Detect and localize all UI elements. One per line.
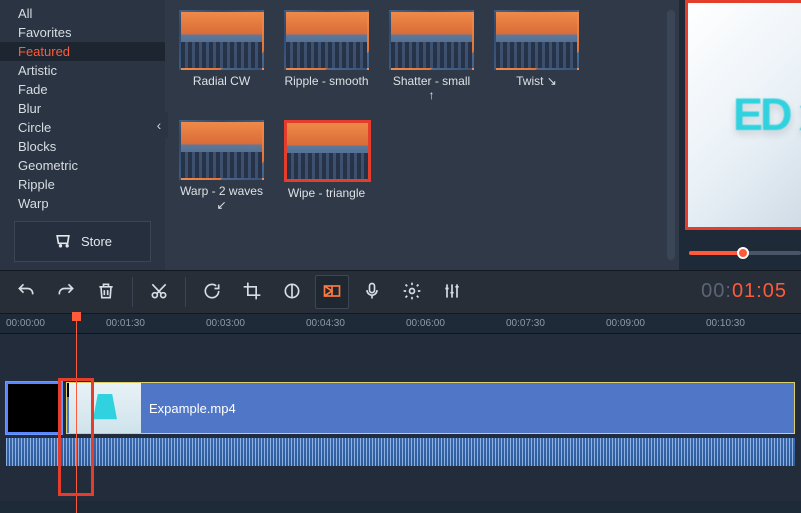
waveform bbox=[6, 438, 795, 466]
rotate-button[interactable] bbox=[195, 275, 229, 309]
delete-icon bbox=[96, 281, 116, 304]
category-item[interactable]: Featured bbox=[0, 42, 165, 61]
transition-item[interactable]: Radial CW bbox=[179, 10, 264, 102]
transition-thumbnail[interactable] bbox=[179, 10, 264, 70]
category-item[interactable]: All bbox=[0, 4, 165, 23]
redo-icon bbox=[56, 281, 76, 304]
ruler-tick: 00:07:30 bbox=[506, 318, 545, 329]
transition-label: Shatter - small ↑ bbox=[389, 74, 474, 102]
transition-item[interactable]: Wipe - triangle bbox=[284, 120, 369, 212]
ruler-tick: 00:10:30 bbox=[706, 318, 745, 329]
color-adjust-button[interactable] bbox=[275, 275, 309, 309]
undo-button[interactable] bbox=[9, 275, 43, 309]
cut-icon bbox=[149, 281, 169, 304]
transition-thumbnail[interactable] bbox=[389, 10, 474, 70]
ruler-tick: 00:01:30 bbox=[106, 318, 145, 329]
transition-label: Ripple - smooth bbox=[284, 74, 369, 88]
redo-button[interactable] bbox=[49, 275, 83, 309]
gallery-scrollbar[interactable] bbox=[667, 10, 675, 260]
clip-main[interactable]: ★ Expample.mp4 bbox=[66, 382, 795, 434]
category-item[interactable]: Warp bbox=[0, 194, 165, 213]
settings-button[interactable] bbox=[395, 275, 429, 309]
ruler-tick: 00:06:00 bbox=[406, 318, 445, 329]
store-button[interactable]: Store bbox=[14, 221, 151, 262]
equalizer-icon bbox=[442, 281, 462, 304]
cut-button[interactable] bbox=[142, 275, 176, 309]
transition-thumbnail[interactable] bbox=[284, 10, 369, 70]
collapse-sidebar-button[interactable]: ‹ bbox=[150, 112, 168, 138]
timeline-toolbar: 00:01:05 bbox=[0, 270, 801, 314]
equalizer-button[interactable] bbox=[435, 275, 469, 309]
timecode-display: 00:01:05 bbox=[701, 280, 795, 304]
transition-icon bbox=[322, 281, 342, 304]
crop-icon bbox=[242, 281, 262, 304]
preview-text: ED x bbox=[733, 89, 801, 141]
transition-label: Wipe - triangle bbox=[284, 186, 369, 200]
mic-icon bbox=[362, 281, 382, 304]
transition-item[interactable]: Twist ↘ bbox=[494, 10, 579, 102]
preview-panel: ED x bbox=[679, 0, 801, 270]
category-item[interactable]: Ripple bbox=[0, 175, 165, 194]
cart-icon bbox=[53, 230, 73, 253]
timeline-ruler[interactable]: 00:00:00 00:01:30 00:03:00 00:04:30 00:06:00… bbox=[0, 314, 801, 334]
transition-item[interactable]: Shatter - small ↑ bbox=[389, 10, 474, 102]
transition-label: Twist ↘ bbox=[494, 74, 579, 88]
category-item[interactable]: Fade bbox=[0, 80, 165, 99]
category-item[interactable]: Artistic bbox=[0, 61, 165, 80]
mic-button[interactable] bbox=[355, 275, 389, 309]
rotate-icon bbox=[202, 281, 222, 304]
store-label: Store bbox=[81, 234, 112, 249]
crop-button[interactable] bbox=[235, 275, 269, 309]
clip-black[interactable] bbox=[6, 382, 62, 434]
ruler-tick: 00:03:00 bbox=[206, 318, 245, 329]
category-item[interactable]: Blur bbox=[0, 99, 165, 118]
ruler-tick: 00:04:30 bbox=[306, 318, 345, 329]
color-adjust-icon bbox=[282, 281, 302, 304]
transition-button[interactable] bbox=[315, 275, 349, 309]
toolbar-separator bbox=[132, 277, 133, 307]
toolbar-separator bbox=[185, 277, 186, 307]
ruler-tick: 00:09:00 bbox=[606, 318, 645, 329]
transition-label: Warp - 2 waves ↙ bbox=[179, 184, 264, 212]
ruler-tick: 00:00:00 bbox=[6, 318, 45, 329]
slider-thumb[interactable] bbox=[737, 247, 749, 259]
undo-icon bbox=[16, 281, 36, 304]
transition-thumbnail[interactable] bbox=[179, 120, 264, 180]
clip-name: Expample.mp4 bbox=[149, 401, 236, 416]
category-item[interactable]: Blocks bbox=[0, 137, 165, 156]
transition-thumbnail[interactable] bbox=[284, 120, 371, 182]
playhead[interactable] bbox=[76, 314, 77, 513]
audio-track[interactable] bbox=[6, 438, 795, 466]
category-item[interactable]: Favorites bbox=[0, 23, 165, 42]
transition-thumbnail[interactable] bbox=[494, 10, 579, 70]
category-item[interactable]: Circle bbox=[0, 118, 165, 137]
video-track[interactable]: ★ Expample.mp4 bbox=[6, 382, 795, 434]
transition-item[interactable]: Warp - 2 waves ↙ bbox=[179, 120, 264, 212]
clip-thumbnail bbox=[69, 383, 141, 433]
transition-item[interactable]: Ripple - smooth bbox=[284, 10, 369, 102]
transition-label: Radial CW bbox=[179, 74, 264, 88]
chevron-left-icon: ‹ bbox=[157, 117, 162, 133]
transitions-gallery: Radial CW Ripple - smooth Shatter - small … bbox=[165, 0, 679, 270]
tracks-area: ★ Expample.mp4 bbox=[0, 334, 801, 501]
category-item[interactable]: Geometric bbox=[0, 156, 165, 175]
delete-button[interactable] bbox=[89, 275, 123, 309]
category-list: AllFavoritesFeaturedArtisticFadeBlurCirc… bbox=[0, 4, 165, 213]
preview-display[interactable]: ED x bbox=[685, 0, 801, 230]
preview-progress-slider[interactable] bbox=[689, 251, 801, 255]
settings-icon bbox=[402, 281, 422, 304]
